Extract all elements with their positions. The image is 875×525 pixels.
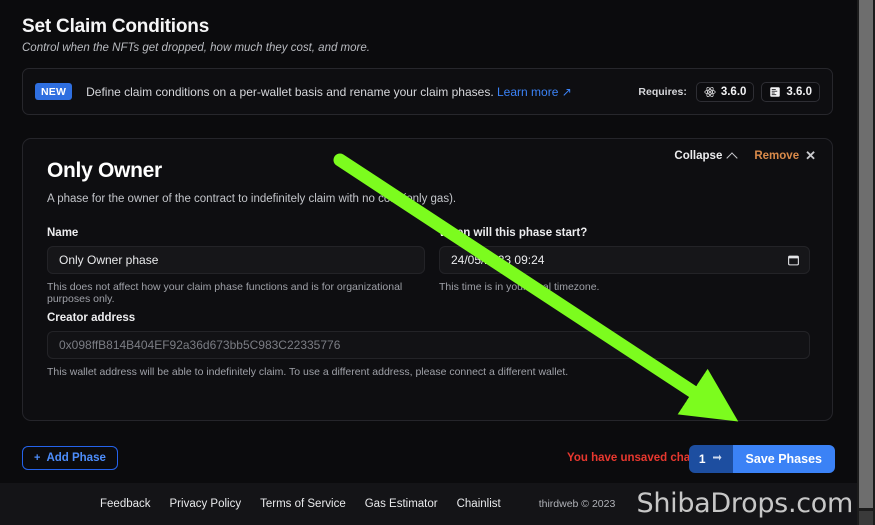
contract-version: 3.6.0: [786, 85, 812, 98]
footer-link-chainlist[interactable]: Chainlist: [457, 498, 501, 510]
creator-address-input-wrap: [47, 331, 810, 359]
start-date-helper: This time is in your local timezone.: [439, 281, 600, 293]
start-date-label: When will this phase start?: [439, 227, 588, 239]
footer-link-privacy-policy[interactable]: Privacy Policy: [170, 498, 242, 510]
notice-text: Define claim conditions on a per-wallet …: [86, 85, 572, 99]
field-name: Name This does not affect how your claim…: [47, 227, 425, 305]
sdk-version: 3.6.0: [720, 85, 747, 98]
footer-copyright: thirdweb © 2023: [538, 498, 616, 510]
phase-title: Only Owner: [47, 159, 162, 182]
close-icon: ✕: [805, 148, 816, 163]
requires-group: Requires: 3.6.0 3.6.0: [638, 81, 820, 102]
watermark: ShibaDrops.com: [636, 488, 853, 519]
field-creator-address: Creator address This wallet address will…: [47, 312, 810, 378]
name-label: Name: [47, 227, 79, 239]
name-helper: This does not affect how your claim phas…: [47, 281, 403, 305]
requires-label: Requires:: [638, 85, 687, 98]
chevron-up-icon: [726, 151, 739, 164]
field-start-date: When will this phase start? This time is…: [439, 227, 810, 293]
notice-message: Define claim conditions on a per-wallet …: [86, 84, 494, 99]
name-input[interactable]: [47, 246, 425, 274]
claim-phase-card: Collapse Remove ✕ Only Owner A phase for…: [22, 138, 833, 421]
collapse-label: Collapse: [674, 149, 723, 162]
creator-address-label: Creator address: [47, 312, 136, 324]
page-subtitle: Control when the NFTs get dropped, how m…: [22, 42, 370, 54]
card-actions: Collapse Remove ✕: [674, 149, 816, 164]
scrollbar-thumb[interactable]: [859, 0, 873, 508]
vertical-scrollbar[interactable]: [857, 0, 875, 525]
calendar-icon[interactable]: [787, 254, 800, 267]
transaction-icon: [711, 452, 723, 467]
creator-address-input[interactable]: [47, 331, 810, 359]
page-title: Set Claim Conditions: [22, 16, 210, 37]
page-body: Set Claim Conditions Control when the NF…: [0, 0, 857, 525]
add-phase-label: Add Phase: [46, 452, 106, 464]
transaction-count: 1: [698, 452, 706, 466]
save-phases-group: 1 Save Phases: [688, 445, 835, 473]
new-feature-notice: NEW Define claim conditions on a per-wal…: [22, 68, 833, 115]
footer-link-gas-estimator[interactable]: Gas Estimator: [365, 498, 438, 510]
learn-more-link[interactable]: Learn more ↗: [497, 85, 572, 99]
new-badge: NEW: [35, 83, 73, 100]
remove-phase-button[interactable]: Remove ✕: [754, 149, 816, 162]
remove-label: Remove: [754, 149, 800, 162]
add-phase-button[interactable]: + Add Phase: [22, 446, 118, 470]
transaction-count-badge[interactable]: 1: [688, 445, 733, 473]
requires-sdk-badge: 3.6.0: [695, 81, 755, 102]
requires-contract-badge: 3.6.0: [761, 81, 820, 102]
footer-links: Feedback Privacy Policy Terms of Service…: [100, 498, 615, 510]
plus-icon: +: [34, 452, 41, 464]
start-date-input[interactable]: [439, 246, 810, 274]
react-atom-icon: [704, 86, 716, 98]
phase-description: A phase for the owner of the contract to…: [47, 193, 457, 205]
app-screenshot: Set Claim Conditions Control when the NF…: [0, 0, 875, 525]
collapse-button[interactable]: Collapse: [674, 149, 739, 164]
footer-link-terms-of-service[interactable]: Terms of Service: [260, 498, 346, 510]
creator-address-helper: This wallet address will be able to inde…: [47, 366, 569, 378]
scrollbar-corner: [859, 511, 873, 525]
name-input-wrap: [47, 246, 425, 274]
save-phases-button[interactable]: Save Phases: [732, 445, 835, 473]
footer-link-feedback[interactable]: Feedback: [100, 498, 151, 510]
contract-icon: [769, 86, 781, 98]
start-date-input-wrap: [439, 246, 810, 274]
